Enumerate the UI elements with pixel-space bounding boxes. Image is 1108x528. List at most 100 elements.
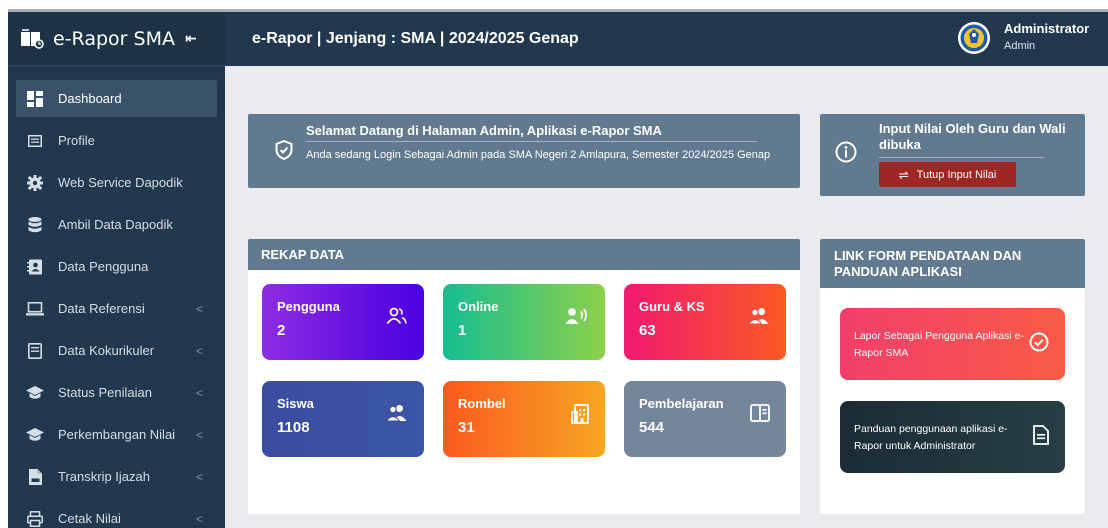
- database-icon: [26, 216, 44, 234]
- graduation-cap-icon: [26, 426, 44, 444]
- sidebar-item-label: Perkembangan Nilai: [58, 427, 176, 442]
- sidebar-item-web-service-dapodik[interactable]: Web Service Dapodik: [16, 164, 217, 201]
- document-icon: [1033, 425, 1049, 445]
- sidebar-item-cetak-nilai[interactable]: Cetak Nilai <: [16, 500, 217, 528]
- welcome-text: Anda sedang Login Sebagai Admin pada SMA…: [306, 149, 771, 161]
- user-name: Administrator: [1004, 21, 1090, 36]
- sidebar-item-label: Web Service Dapodik: [58, 175, 183, 190]
- stat-card-guru-ks[interactable]: Guru & KS 63: [624, 284, 786, 360]
- input-nilai-callout: Input Nilai Oleh Guru dan Wali dibuka ⇌ …: [820, 114, 1085, 196]
- stat-value: 2: [277, 322, 286, 339]
- sidebar-item-status-penilaian[interactable]: Status Penilaian <: [16, 374, 217, 411]
- sidebar: e-Rapor SMA ⇤ Dashboard Profile Web Serv…: [8, 12, 225, 528]
- sidebar-item-label: Ambil Data Dapodik: [58, 217, 173, 232]
- chevron-left-icon: <: [195, 469, 203, 484]
- stat-value: 63: [639, 322, 656, 339]
- brand[interactable]: e-Rapor SMA ⇤: [8, 12, 225, 66]
- stat-label: Online: [458, 299, 499, 314]
- chevron-left-icon: <: [195, 427, 203, 442]
- divider: [879, 157, 1044, 158]
- logo-icon: [21, 28, 44, 49]
- sidebar-item-label: Cetak Nilai: [58, 511, 121, 526]
- sidebar-item-dashboard[interactable]: Dashboard: [16, 80, 217, 117]
- sidebar-collapse-icon[interactable]: ⇤: [185, 30, 197, 47]
- welcome-title: Selamat Datang di Halaman Admin, Aplikas…: [306, 123, 662, 138]
- button-label: Tutup Input Nilai: [916, 168, 997, 181]
- chevron-left-icon: <: [195, 343, 203, 358]
- file-alt-icon: [26, 342, 44, 360]
- stat-card-siswa[interactable]: Siswa 1108: [262, 381, 424, 457]
- stat-value: 1: [458, 322, 467, 339]
- user-menu[interactable]: Administrator Admin: [958, 12, 1108, 66]
- user-online-icon: [565, 308, 587, 324]
- file-pdf-icon: [26, 468, 44, 486]
- stat-label: Rombel: [458, 396, 506, 411]
- divider: [306, 141, 757, 142]
- info-circle-icon: [835, 141, 857, 163]
- brand-title: e-Rapor SMA: [53, 27, 175, 50]
- book-open-icon: [750, 404, 770, 422]
- lapor-pengguna-link[interactable]: Lapor Sebagai Pengguna Aplikasi e-Rapor …: [840, 308, 1065, 380]
- stat-card-rombel[interactable]: Rombel 31: [443, 381, 605, 457]
- stat-card-pembelajaran[interactable]: Pembelajaran 544: [624, 381, 786, 457]
- panel-title: LINK FORM PENDATAAN DAN PANDUAN APLIKASI: [820, 239, 1085, 288]
- stat-value: 544: [639, 419, 665, 436]
- address-book-icon: [26, 258, 44, 276]
- shield-check-icon: [275, 140, 293, 160]
- panduan-aplikasi-link[interactable]: Panduan penggunaan aplikasi e-Rapor untu…: [840, 401, 1065, 473]
- user-group-icon: [748, 308, 769, 325]
- chevron-left-icon: <: [195, 385, 203, 400]
- stat-label: Pengguna: [277, 299, 340, 314]
- dashboard-icon: [26, 90, 44, 108]
- sidebar-item-profile[interactable]: Profile: [16, 122, 217, 159]
- laptop-icon: [26, 300, 44, 318]
- welcome-callout: Selamat Datang di Halaman Admin, Aplikas…: [248, 114, 800, 188]
- panel-title: REKAP DATA: [248, 239, 800, 270]
- sidebar-item-ambil-data-dapodik[interactable]: Ambil Data Dapodik: [16, 206, 217, 243]
- stat-card-pengguna[interactable]: Pengguna 2: [262, 284, 424, 360]
- stat-card-online[interactable]: Online 1: [443, 284, 605, 360]
- stat-value: 31: [458, 419, 475, 436]
- sidebar-item-data-referensi[interactable]: Data Referensi <: [16, 290, 217, 327]
- link-form-panel: LINK FORM PENDATAAN DAN PANDUAN APLIKASI…: [820, 239, 1085, 514]
- graduation-cap-icon: [26, 384, 44, 402]
- sidebar-item-perkembangan-nilai[interactable]: Perkembangan Nilai <: [16, 416, 217, 453]
- building-icon: [571, 404, 589, 424]
- sidebar-item-label: Dashboard: [58, 91, 122, 106]
- link-text: Lapor Sebagai Pengguna Aplikasi e-Rapor …: [854, 330, 1024, 359]
- link-text: Panduan penggunaan aplikasi e-Rapor untu…: [854, 423, 1008, 452]
- tutup-input-nilai-button[interactable]: ⇌ Tutup Input Nilai: [879, 162, 1016, 187]
- main-content: Selamat Datang di Halaman Admin, Aplikas…: [225, 66, 1108, 528]
- page-title: e-Rapor | Jenjang : SMA | 2024/2025 Gena…: [252, 30, 579, 47]
- chevron-left-icon: <: [195, 301, 203, 316]
- sidebar-menu: Dashboard Profile Web Service Dapodik Am…: [8, 66, 225, 528]
- sidebar-item-transkrip-ijazah[interactable]: Transkrip Ijazah <: [16, 458, 217, 495]
- avatar[interactable]: [958, 22, 990, 54]
- topbar: e-Rapor | Jenjang : SMA | 2024/2025 Gena…: [225, 12, 1108, 66]
- sidebar-item-data-pengguna[interactable]: Data Pengguna: [16, 248, 217, 285]
- stat-value: 1108: [277, 419, 310, 436]
- sidebar-item-label: Data Pengguna: [58, 259, 149, 274]
- sidebar-item-label: Transkrip Ijazah: [58, 469, 150, 484]
- sidebar-item-label: Profile: [58, 133, 95, 148]
- print-icon: [26, 510, 44, 528]
- input-nilai-title: Input Nilai Oleh Guru dan Wali dibuka: [879, 121, 1066, 152]
- user-role: Admin: [1004, 40, 1036, 52]
- sidebar-item-label: Data Referensi: [58, 301, 145, 316]
- app-window: e-Rapor SMA ⇤ Dashboard Profile Web Serv…: [8, 9, 1108, 528]
- id-card-icon: [26, 132, 44, 150]
- sidebar-item-label: Data Kokurikuler: [58, 343, 155, 358]
- gear-icon: [26, 174, 44, 192]
- tut-wuri-logo-icon: [960, 24, 988, 52]
- rekap-data-panel: REKAP DATA Pengguna 2 Online 1 Guru & KS…: [248, 239, 800, 514]
- exchange-icon: ⇌: [898, 167, 909, 182]
- stat-label: Guru & KS: [639, 299, 705, 314]
- users-icon: [386, 307, 407, 325]
- user-group-icon: [386, 405, 407, 422]
- stat-label: Siswa: [277, 396, 314, 411]
- stat-label: Pembelajaran: [639, 396, 724, 411]
- sidebar-item-label: Status Penilaian: [58, 385, 152, 400]
- sidebar-item-data-kokurikuler[interactable]: Data Kokurikuler <: [16, 332, 217, 369]
- check-circle-icon: [1029, 332, 1049, 352]
- chevron-left-icon: <: [195, 511, 203, 526]
